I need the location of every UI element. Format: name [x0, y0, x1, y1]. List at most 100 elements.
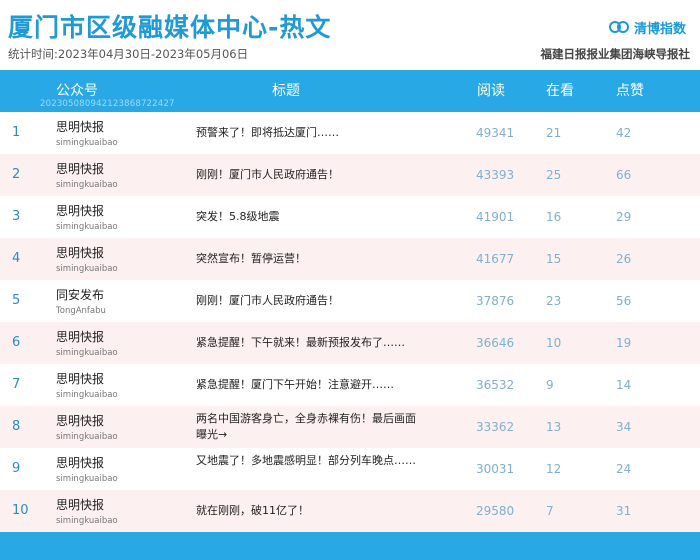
- table-row[interactable]: 10 思明快报 simingkuaibao 就在刚刚，破11亿了！ 29580 7 31: [0, 490, 700, 532]
- account-cell[interactable]: 思明快报 simingkuaibao: [56, 118, 118, 148]
- account-cell[interactable]: 思明快报 simingkuaibao: [56, 328, 118, 358]
- reads-count: 33362: [476, 420, 515, 434]
- rank-number: 1: [12, 125, 21, 140]
- article-title[interactable]: 刚刚！厦门市人民政府通告！: [196, 293, 422, 309]
- reads-count: 29580: [476, 504, 515, 518]
- table-row[interactable]: 2 思明快报 simingkuaibao 刚刚！厦门市人民政府通告！ 43393 25 66: [0, 154, 700, 196]
- likes-count: 66: [616, 168, 632, 182]
- article-title[interactable]: 突发！5.8级地震: [196, 209, 422, 225]
- statistics-period: 统计时间:2023年04月30日-2023年05月06日: [8, 47, 249, 61]
- column-header-reads: 阅读: [477, 83, 505, 99]
- reads-count: 43393: [476, 168, 515, 182]
- table-row[interactable]: 3 思明快报 simingkuaibao 突发！5.8级地震 41901 16 29: [0, 196, 700, 238]
- article-title[interactable]: 刚刚！厦门市人民政府通告！: [196, 167, 422, 183]
- account-name: 思明快报: [56, 498, 105, 512]
- table-row[interactable]: 4 思明快报 simingkuaibao 突然宣布！暂停运营！ 41677 15 26: [0, 238, 700, 280]
- likes-count: 42: [616, 126, 632, 140]
- reads-count: 41901: [476, 210, 515, 224]
- column-header-now-reading: 在看: [546, 83, 574, 99]
- article-title[interactable]: 预警来了！即将抵达厦门……: [196, 125, 422, 141]
- now-reading-count: 13: [546, 420, 562, 434]
- account-name: 思明快报: [56, 372, 105, 386]
- table-row[interactable]: 1 思明快报 simingkuaibao 预警来了！即将抵达厦门…… 49341 21 42: [0, 112, 700, 154]
- reads-count: 41677: [476, 252, 515, 266]
- likes-count: 24: [616, 462, 632, 476]
- account-cell[interactable]: 思明快报 simingkuaibao: [56, 244, 118, 274]
- account-id: simingkuaibao: [56, 390, 118, 400]
- account-name: 思明快报: [56, 330, 105, 344]
- article-title[interactable]: 紧急提醒！厦门下午开始！注意避开……: [196, 377, 422, 393]
- account-cell[interactable]: 思明快报 simingkuaibao: [56, 496, 118, 526]
- now-reading-count: 9: [546, 378, 554, 392]
- brand: 清博指数: [608, 18, 686, 37]
- account-cell[interactable]: 思明快报 simingkuaibao: [56, 202, 118, 232]
- account-cell[interactable]: 同安发布 TongAnfabu: [56, 286, 106, 316]
- account-name: 思明快报: [56, 414, 105, 428]
- article-title[interactable]: 就在刚刚，破11亿了！: [196, 503, 422, 519]
- account-cell[interactable]: 思明快报 simingkuaibao: [56, 370, 118, 400]
- account-id: simingkuaibao: [56, 264, 118, 274]
- hot-articles-table: 公众号 标题 阅读 在看 点赞 202305080942123868722427…: [0, 70, 700, 532]
- now-reading-count: 12: [546, 462, 562, 476]
- rank-number: 9: [12, 461, 21, 476]
- rank-number: 8: [12, 419, 21, 434]
- table-row[interactable]: 5 同安发布 TongAnfabu 刚刚！厦门市人民政府通告！ 37876 23 56: [0, 280, 700, 322]
- rank-number: 7: [12, 377, 21, 392]
- now-reading-count: 23: [546, 294, 562, 308]
- column-header-title: 标题: [272, 83, 300, 99]
- likes-count: 56: [616, 294, 632, 308]
- account-name: 思明快报: [56, 456, 105, 470]
- account-name: 思明快报: [56, 204, 105, 218]
- account-id: simingkuaibao: [56, 138, 118, 148]
- likes-count: 14: [616, 378, 632, 392]
- likes-count: 19: [616, 336, 632, 350]
- table-row[interactable]: 6 思明快报 simingkuaibao 紧急提醒！下午就来！最新预报发布了…… 366…: [0, 322, 700, 364]
- account-name: 思明快报: [56, 120, 105, 134]
- column-header-account: 公众号: [56, 83, 98, 99]
- likes-count: 26: [616, 252, 632, 266]
- account-id: simingkuaibao: [56, 474, 118, 484]
- account-id: TongAnfabu: [56, 306, 106, 316]
- page-header: 厦门市区级融媒体中心-热文 统计时间:2023年04月30日-2023年05月0…: [0, 0, 700, 70]
- likes-count: 34: [616, 420, 632, 434]
- article-title[interactable]: 又地震了！多地震感明显！部分列车晚点……: [196, 453, 422, 469]
- now-reading-count: 21: [546, 126, 562, 140]
- account-id: simingkuaibao: [56, 348, 118, 358]
- account-id: simingkuaibao: [56, 222, 118, 232]
- now-reading-count: 7: [546, 504, 554, 518]
- account-id: simingkuaibao: [56, 432, 118, 442]
- table-body: 1 思明快报 simingkuaibao 预警来了！即将抵达厦门…… 49341 21 42…: [0, 112, 700, 532]
- likes-count: 31: [616, 504, 632, 518]
- account-id: simingkuaibao: [56, 180, 118, 190]
- account-name: 思明快报: [56, 162, 105, 176]
- rank-number: 2: [12, 167, 21, 182]
- account-cell[interactable]: 思明快报 simingkuaibao: [56, 160, 118, 190]
- account-cell[interactable]: 思明快报 simingkuaibao: [56, 454, 118, 484]
- page-title: 厦门市区级融媒体中心-热文: [8, 13, 332, 42]
- bottom-bar: [0, 532, 700, 560]
- likes-count: 29: [616, 210, 632, 224]
- now-reading-count: 16: [546, 210, 562, 224]
- reads-count: 37876: [476, 294, 515, 308]
- account-name: 同安发布: [56, 288, 105, 302]
- table-row[interactable]: 8 思明快报 simingkuaibao 两名中国游客身亡，全身赤裸有伤！最后画面曝光…: [0, 406, 700, 448]
- article-title[interactable]: 两名中国游客身亡，全身赤裸有伤！最后画面曝光→: [196, 411, 422, 443]
- article-title[interactable]: 紧急提醒！下午就来！最新预报发布了……: [196, 335, 422, 351]
- now-reading-count: 10: [546, 336, 562, 350]
- article-title[interactable]: 突然宣布！暂停运营！: [196, 251, 422, 267]
- table-row[interactable]: 9 思明快报 simingkuaibao 又地震了！多地震感明显！部分列车晚点…… 30…: [0, 448, 700, 490]
- reads-count: 36646: [476, 336, 515, 350]
- column-header-likes: 点赞: [616, 83, 644, 99]
- account-name: 思明快报: [56, 246, 105, 260]
- reads-count: 36532: [476, 378, 515, 392]
- reads-count: 49341: [476, 126, 515, 140]
- rank-number: 5: [12, 293, 21, 308]
- rank-number: 3: [12, 209, 21, 224]
- brand-name: 清博指数: [633, 22, 686, 37]
- account-id: simingkuaibao: [56, 516, 118, 526]
- table-header: 公众号 标题 阅读 在看 点赞 202305080942123868722427: [0, 70, 700, 112]
- table-row[interactable]: 7 思明快报 simingkuaibao 紧急提醒！厦门下午开始！注意避开…… 3653…: [0, 364, 700, 406]
- rank-number: 10: [12, 503, 29, 518]
- report-stamp: 202305080942123868722427: [40, 99, 175, 109]
- account-cell[interactable]: 思明快报 simingkuaibao: [56, 412, 118, 442]
